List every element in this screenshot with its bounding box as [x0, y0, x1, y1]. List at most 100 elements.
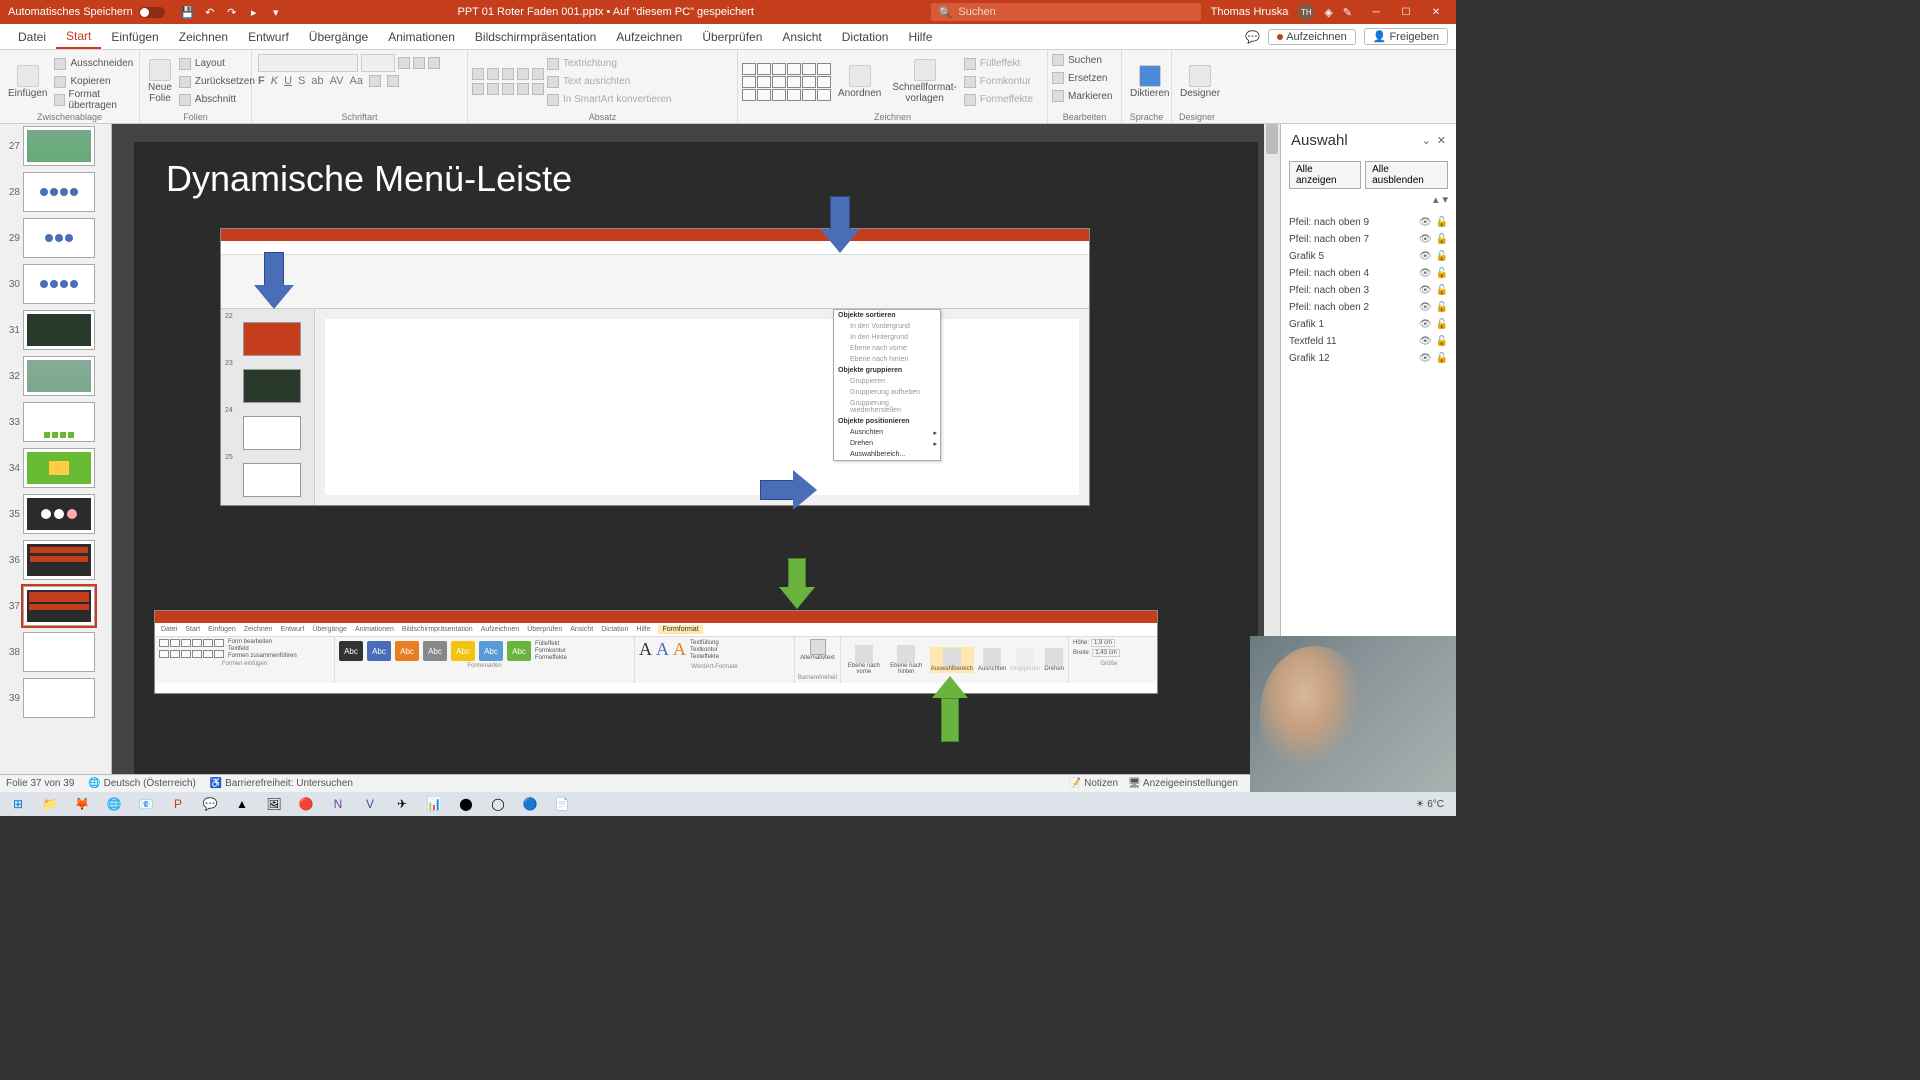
tab-hilfe[interactable]: Hilfe [898, 24, 942, 49]
align-center-icon[interactable] [487, 83, 499, 95]
cut-button[interactable]: Ausschneiden [54, 56, 135, 72]
telegram-icon[interactable]: ✈ [388, 794, 416, 814]
record-button[interactable]: Aufzeichnen [1268, 29, 1356, 45]
shapes-gallery[interactable] [742, 63, 831, 101]
thumb-33[interactable] [23, 402, 95, 442]
app-icon[interactable]: 📊 [420, 794, 448, 814]
italic-button[interactable]: K [271, 75, 278, 87]
save-icon[interactable]: 💾 [181, 5, 195, 19]
draw-icon[interactable]: ✎ [1343, 6, 1352, 19]
thumb-38[interactable] [23, 632, 95, 672]
redo-icon[interactable]: ↷ [225, 5, 239, 19]
app-icon[interactable]: 🔴 [292, 794, 320, 814]
app-icon[interactable]: 📄 [548, 794, 576, 814]
paste-button[interactable]: Einfügen [4, 63, 51, 101]
firefox-icon[interactable]: 🦊 [68, 794, 96, 814]
sel-item[interactable]: Pfeil: nach oben 7👁🔓 [1289, 231, 1448, 248]
thumb-27[interactable] [23, 126, 95, 166]
chrome-icon[interactable]: 🌐 [100, 794, 128, 814]
lock-icon[interactable]: 🔓 [1436, 353, 1448, 364]
align-left-icon[interactable] [472, 83, 484, 95]
shape-fill-button[interactable]: Fülleffekt [964, 56, 1033, 72]
eye-icon[interactable]: 👁 [1419, 302, 1432, 313]
show-all-button[interactable]: Alle anzeigen [1289, 161, 1361, 189]
font-color-icon[interactable] [387, 75, 399, 87]
sel-item[interactable]: Pfeil: nach oben 3👁🔓 [1289, 282, 1448, 299]
sel-item[interactable]: Grafik 12👁🔓 [1289, 350, 1448, 367]
undo-icon[interactable]: ↶ [203, 5, 217, 19]
replace-button[interactable]: Ersetzen [1052, 70, 1107, 86]
text-direction-button[interactable]: Textrichtung [547, 56, 671, 72]
outlook-icon[interactable]: 📧 [132, 794, 160, 814]
strike-button[interactable]: S [298, 75, 305, 87]
lock-icon[interactable]: 🔓 [1436, 319, 1448, 330]
slideshow-icon[interactable]: ▸ [247, 5, 261, 19]
explorer-icon[interactable]: 📁 [36, 794, 64, 814]
find-button[interactable]: Suchen [1052, 52, 1102, 68]
thumb-28[interactable] [23, 172, 95, 212]
close-pane-icon[interactable]: ✕ [1437, 134, 1446, 147]
copy-button[interactable]: Kopieren [54, 74, 135, 90]
indent-inc-icon[interactable] [517, 68, 529, 80]
thumb-32[interactable] [23, 356, 95, 396]
hide-all-button[interactable]: Alle ausblenden [1365, 161, 1448, 189]
user-name[interactable]: Thomas Hruska [1211, 6, 1289, 18]
tab-aufzeichnen[interactable]: Aufzeichnen [606, 24, 692, 49]
app-icon[interactable]: ◯ [484, 794, 512, 814]
sel-item[interactable]: Grafik 1👁🔓 [1289, 316, 1448, 333]
visio-icon[interactable]: V [356, 794, 384, 814]
more-icon[interactable]: ▾ [269, 5, 283, 19]
thumb-31[interactable] [23, 310, 95, 350]
lock-icon[interactable]: 🔓 [1436, 285, 1448, 296]
move-up-icon[interactable]: ▴ [1433, 193, 1439, 206]
numbering-icon[interactable] [487, 68, 499, 80]
chevron-down-icon[interactable]: ⌄ [1422, 134, 1431, 147]
obs-icon[interactable]: ⬤ [452, 794, 480, 814]
designer-button[interactable]: Designer [1176, 63, 1224, 101]
sel-item[interactable]: Textfeld 11👁🔓 [1289, 333, 1448, 350]
bullets-icon[interactable] [472, 68, 484, 80]
tab-ansicht[interactable]: Ansicht [772, 24, 831, 49]
language-indicator[interactable]: 🌐 Deutsch (Österreich) [88, 778, 195, 789]
display-settings-button[interactable]: 🖥 Anzeigeeinstellungen [1128, 778, 1238, 789]
eye-icon[interactable]: 👁 [1419, 336, 1432, 347]
spacing-button[interactable]: AV [330, 75, 344, 87]
sel-item[interactable]: Grafik 5👁🔓 [1289, 248, 1448, 265]
thumb-39[interactable] [23, 678, 95, 718]
columns-icon[interactable] [532, 83, 544, 95]
tab-start[interactable]: Start [56, 24, 101, 49]
select-button[interactable]: Markieren [1052, 88, 1112, 104]
shape-effects-button[interactable]: Formeffekte [964, 92, 1033, 108]
lock-icon[interactable]: 🔓 [1436, 336, 1448, 347]
autosave-toggle[interactable] [139, 7, 165, 18]
notes-button[interactable]: 📝 Notizen [1069, 778, 1118, 789]
minimize-button[interactable]: ─ [1362, 0, 1390, 24]
lock-icon[interactable]: 🔓 [1436, 268, 1448, 279]
tab-entwurf[interactable]: Entwurf [238, 24, 299, 49]
dictate-button[interactable]: Diktieren [1126, 63, 1173, 101]
tab-zeichnen[interactable]: Zeichnen [169, 24, 238, 49]
lock-icon[interactable]: 🔓 [1436, 217, 1448, 228]
grow-font-icon[interactable] [398, 57, 410, 69]
tab-dictation[interactable]: Dictation [832, 24, 899, 49]
new-slide-button[interactable]: Neue Folie [144, 57, 176, 106]
thumb-37[interactable] [23, 586, 95, 626]
eye-icon[interactable]: 👁 [1419, 217, 1432, 228]
indent-dec-icon[interactable] [502, 68, 514, 80]
slide-counter[interactable]: Folie 37 von 39 [6, 778, 74, 789]
clear-format-icon[interactable] [428, 57, 440, 69]
thumb-35[interactable] [23, 494, 95, 534]
align-text-button[interactable]: Text ausrichten [547, 74, 671, 90]
quick-styles-button[interactable]: Schnellformat- vorlagen [888, 57, 960, 106]
thumb-34[interactable] [23, 448, 95, 488]
tab-einfuegen[interactable]: Einfügen [101, 24, 168, 49]
shape-outline-button[interactable]: Formkontur [964, 74, 1033, 90]
thumb-36[interactable] [23, 540, 95, 580]
highlight-icon[interactable] [369, 75, 381, 87]
onenote-icon[interactable]: N [324, 794, 352, 814]
lock-icon[interactable]: 🔓 [1436, 302, 1448, 313]
coming-soon-icon[interactable]: ◈ [1324, 6, 1332, 19]
reset-button[interactable]: Zurücksetzen [179, 74, 255, 90]
line-spacing-icon[interactable] [532, 68, 544, 80]
search-box[interactable]: 🔍 [931, 3, 1201, 21]
